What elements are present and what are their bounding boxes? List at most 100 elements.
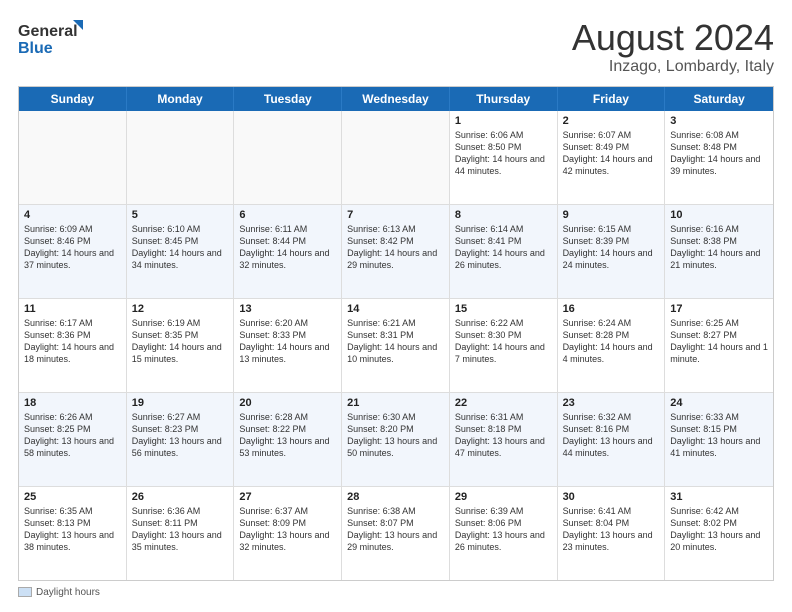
- cal-cell: 30 Sunrise: 6:41 AMSunset: 8:04 PMDayligh…: [558, 487, 666, 580]
- logo-svg: GeneralBlue: [18, 18, 88, 58]
- cell-info: Sunrise: 6:21 AMSunset: 8:31 PMDaylight:…: [347, 317, 444, 366]
- day-number: 19: [132, 397, 229, 409]
- cell-info: Sunrise: 6:33 AMSunset: 8:15 PMDaylight:…: [670, 411, 768, 460]
- header-cell-tuesday: Tuesday: [234, 87, 342, 111]
- cal-cell: 22 Sunrise: 6:31 AMSunset: 8:18 PMDayligh…: [450, 393, 558, 486]
- day-number: 18: [24, 397, 121, 409]
- cell-info: Sunrise: 6:39 AMSunset: 8:06 PMDaylight:…: [455, 505, 552, 554]
- cal-cell: 6Sunrise: 6:11 AMSunset: 8:44 PMDaylight…: [234, 205, 342, 298]
- cell-info: Sunrise: 6:20 AMSunset: 8:33 PMDaylight:…: [239, 317, 336, 366]
- daylight-label: Daylight hours: [36, 587, 100, 598]
- cal-cell: 5Sunrise: 6:10 AMSunset: 8:45 PMDaylight…: [127, 205, 235, 298]
- cell-info: Sunrise: 6:07 AMSunset: 8:49 PMDaylight:…: [563, 129, 660, 178]
- cal-cell: 16 Sunrise: 6:24 AMSunset: 8:28 PMDayligh…: [558, 299, 666, 392]
- header-cell-wednesday: Wednesday: [342, 87, 450, 111]
- day-number: 10: [670, 209, 768, 221]
- cell-info: Sunrise: 6:37 AMSunset: 8:09 PMDaylight:…: [239, 505, 336, 554]
- day-number: 9: [563, 209, 660, 221]
- week-row-3: 11 Sunrise: 6:17 AMSunset: 8:36 PMDayligh…: [19, 299, 773, 393]
- cell-info: Sunrise: 6:22 AMSunset: 8:30 PMDaylight:…: [455, 317, 552, 366]
- cal-cell: 9 Sunrise: 6:15 AMSunset: 8:39 PMDaylight…: [558, 205, 666, 298]
- day-number: 24: [670, 397, 768, 409]
- day-number: 29: [455, 491, 552, 503]
- cell-info: Sunrise: 6:08 AMSunset: 8:48 PMDaylight:…: [670, 129, 768, 178]
- week-row-5: 25 Sunrise: 6:35 AMSunset: 8:13 PMDayligh…: [19, 487, 773, 580]
- cal-cell: 19 Sunrise: 6:27 AMSunset: 8:23 PMDayligh…: [127, 393, 235, 486]
- cell-info: Sunrise: 6:38 AMSunset: 8:07 PMDaylight:…: [347, 505, 444, 554]
- day-number: 20: [239, 397, 336, 409]
- calendar: SundayMondayTuesdayWednesdayThursdayFrid…: [18, 86, 774, 581]
- cal-cell: 25 Sunrise: 6:35 AMSunset: 8:13 PMDayligh…: [19, 487, 127, 580]
- cal-cell: 2 Sunrise: 6:07 AMSunset: 8:49 PMDaylight…: [558, 111, 666, 204]
- cal-cell: 11 Sunrise: 6:17 AMSunset: 8:36 PMDayligh…: [19, 299, 127, 392]
- day-number: 17: [670, 303, 768, 315]
- daylight-legend: Daylight hours: [18, 587, 100, 598]
- cell-info: Sunrise: 6:14 AMSunset: 8:41 PMDaylight:…: [455, 223, 552, 272]
- cell-info: Sunrise: 6:13 AMSunset: 8:42 PMDaylight:…: [347, 223, 444, 272]
- week-row-1: 1Sunrise: 6:06 AMSunset: 8:50 PMDaylight…: [19, 111, 773, 205]
- day-number: 30: [563, 491, 660, 503]
- cal-cell: 14Sunrise: 6:21 AMSunset: 8:31 PMDayligh…: [342, 299, 450, 392]
- cal-cell: 27Sunrise: 6:37 AMSunset: 8:09 PMDayligh…: [234, 487, 342, 580]
- cell-info: Sunrise: 6:42 AMSunset: 8:02 PMDaylight:…: [670, 505, 768, 554]
- cal-cell: 23Sunrise: 6:32 AMSunset: 8:16 PMDayligh…: [558, 393, 666, 486]
- cell-info: Sunrise: 6:06 AMSunset: 8:50 PMDaylight:…: [455, 129, 552, 178]
- main-title: August 2024: [572, 18, 774, 58]
- cell-info: Sunrise: 6:30 AMSunset: 8:20 PMDaylight:…: [347, 411, 444, 460]
- cell-info: Sunrise: 6:27 AMSunset: 8:23 PMDaylight:…: [132, 411, 229, 460]
- cal-cell: 10 Sunrise: 6:16 AMSunset: 8:38 PMDayligh…: [665, 205, 773, 298]
- cell-info: Sunrise: 6:26 AMSunset: 8:25 PMDaylight:…: [24, 411, 121, 460]
- day-number: 11: [24, 303, 121, 315]
- cal-cell: 28 Sunrise: 6:38 AMSunset: 8:07 PMDayligh…: [342, 487, 450, 580]
- subtitle: Inzago, Lombardy, Italy: [572, 58, 774, 76]
- cell-info: Sunrise: 6:25 AMSunset: 8:27 PMDaylight:…: [670, 317, 768, 366]
- day-number: 28: [347, 491, 444, 503]
- cell-info: Sunrise: 6:35 AMSunset: 8:13 PMDaylight:…: [24, 505, 121, 554]
- svg-text:General: General: [18, 23, 78, 40]
- cal-cell: 15 Sunrise: 6:22 AMSunset: 8:30 PMDayligh…: [450, 299, 558, 392]
- day-number: 12: [132, 303, 229, 315]
- cal-cell: [342, 111, 450, 204]
- cal-cell: [19, 111, 127, 204]
- cell-info: Sunrise: 6:31 AMSunset: 8:18 PMDaylight:…: [455, 411, 552, 460]
- day-number: 15: [455, 303, 552, 315]
- day-number: 16: [563, 303, 660, 315]
- header-cell-saturday: Saturday: [665, 87, 773, 111]
- day-number: 4: [24, 209, 121, 221]
- header-cell-friday: Friday: [558, 87, 666, 111]
- day-number: 13: [239, 303, 336, 315]
- header: GeneralBlue August 2024 Inzago, Lombardy…: [18, 18, 774, 76]
- day-number: 25: [24, 491, 121, 503]
- cal-cell: 21Sunrise: 6:30 AMSunset: 8:20 PMDayligh…: [342, 393, 450, 486]
- header-cell-thursday: Thursday: [450, 87, 558, 111]
- week-row-4: 18 Sunrise: 6:26 AMSunset: 8:25 PMDayligh…: [19, 393, 773, 487]
- day-number: 8: [455, 209, 552, 221]
- cal-cell: 12Sunrise: 6:19 AMSunset: 8:35 PMDayligh…: [127, 299, 235, 392]
- cal-cell: 26Sunrise: 6:36 AMSunset: 8:11 PMDayligh…: [127, 487, 235, 580]
- day-number: 22: [455, 397, 552, 409]
- cell-info: Sunrise: 6:41 AMSunset: 8:04 PMDaylight:…: [563, 505, 660, 554]
- week-row-2: 4 Sunrise: 6:09 AMSunset: 8:46 PMDaylight…: [19, 205, 773, 299]
- cell-info: Sunrise: 6:28 AMSunset: 8:22 PMDaylight:…: [239, 411, 336, 460]
- title-block: August 2024 Inzago, Lombardy, Italy: [572, 18, 774, 76]
- footer: Daylight hours: [18, 587, 774, 601]
- cal-cell: 8 Sunrise: 6:14 AMSunset: 8:41 PMDaylight…: [450, 205, 558, 298]
- header-cell-sunday: Sunday: [19, 87, 127, 111]
- cal-cell: 20 Sunrise: 6:28 AMSunset: 8:22 PMDayligh…: [234, 393, 342, 486]
- cell-info: Sunrise: 6:16 AMSunset: 8:38 PMDaylight:…: [670, 223, 768, 272]
- cal-cell: 3Sunrise: 6:08 AMSunset: 8:48 PMDaylight…: [665, 111, 773, 204]
- cell-info: Sunrise: 6:17 AMSunset: 8:36 PMDaylight:…: [24, 317, 121, 366]
- day-number: 2: [563, 115, 660, 127]
- header-cell-monday: Monday: [127, 87, 235, 111]
- cell-info: Sunrise: 6:09 AMSunset: 8:46 PMDaylight:…: [24, 223, 121, 272]
- daylight-swatch: [18, 587, 32, 597]
- cell-info: Sunrise: 6:24 AMSunset: 8:28 PMDaylight:…: [563, 317, 660, 366]
- logo: GeneralBlue: [18, 18, 88, 58]
- cal-cell: 4 Sunrise: 6:09 AMSunset: 8:46 PMDaylight…: [19, 205, 127, 298]
- cell-info: Sunrise: 6:10 AMSunset: 8:45 PMDaylight:…: [132, 223, 229, 272]
- cell-info: Sunrise: 6:15 AMSunset: 8:39 PMDaylight:…: [563, 223, 660, 272]
- cal-cell: 7Sunrise: 6:13 AMSunset: 8:42 PMDaylight…: [342, 205, 450, 298]
- day-number: 23: [563, 397, 660, 409]
- cal-cell: 31Sunrise: 6:42 AMSunset: 8:02 PMDayligh…: [665, 487, 773, 580]
- day-number: 6: [239, 209, 336, 221]
